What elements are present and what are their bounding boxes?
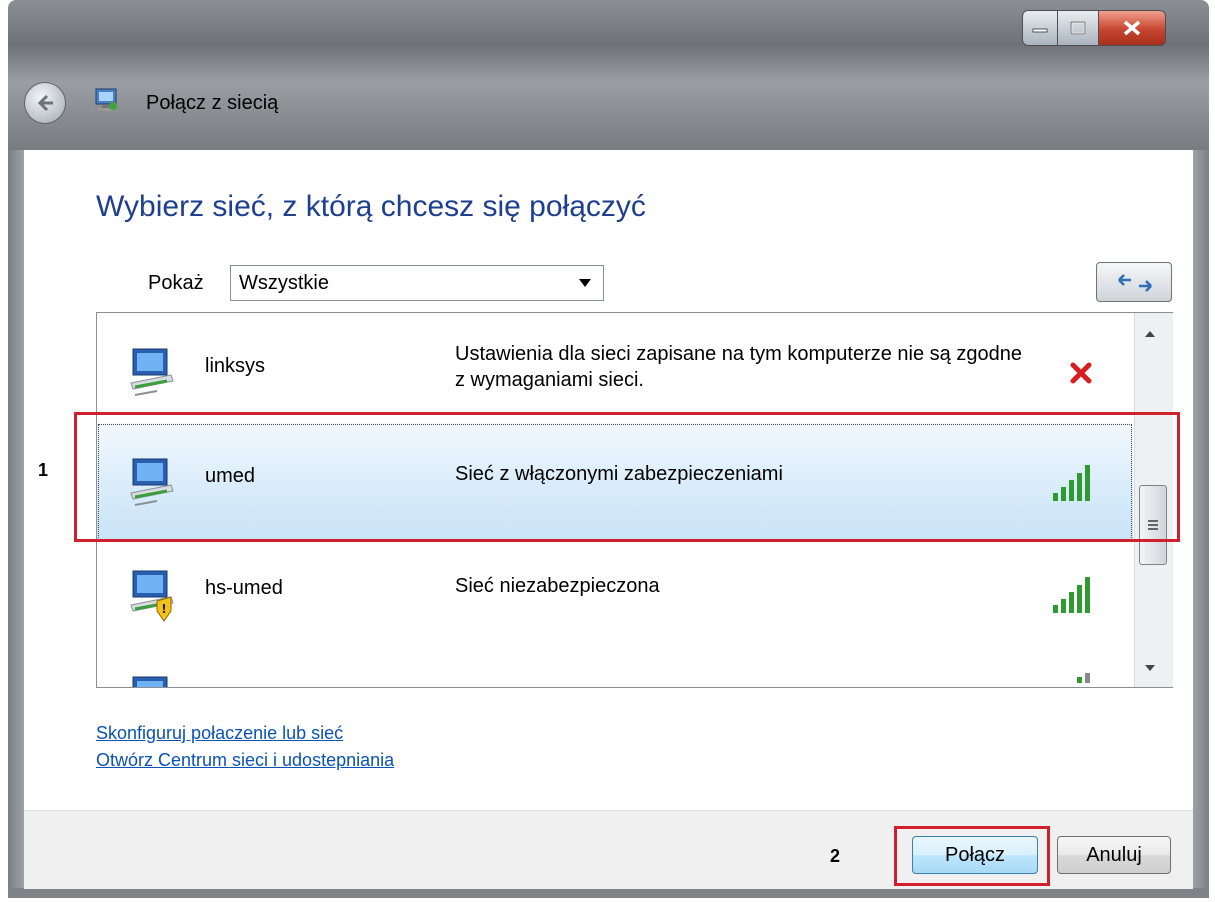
maximize-icon	[1070, 21, 1086, 35]
close-icon	[1123, 20, 1141, 36]
window-frame-bottom	[8, 888, 1209, 898]
error-x-icon	[1070, 362, 1092, 384]
window-title: Połącz z siecią	[146, 92, 279, 114]
maximize-button[interactable]	[1057, 10, 1099, 46]
chevron-down-icon	[579, 279, 591, 287]
cancel-button[interactable]: Anuluj	[1057, 836, 1171, 874]
signal-strength-icon	[1053, 577, 1090, 613]
network-item-hs-umed[interactable]: ! hs-umed Sieć niezabezpieczona	[97, 535, 1133, 653]
window-frame-left	[8, 150, 24, 890]
unsecured-network-icon: !	[130, 570, 174, 622]
scroll-up-icon[interactable]	[1145, 331, 1155, 337]
filter-label: Pokaż	[148, 272, 204, 294]
signal-strength-icon	[1077, 673, 1090, 683]
annotation-box-1	[74, 412, 1180, 542]
setup-connection-link[interactable]: Skonfiguruj połaczenie lub sieć	[96, 723, 343, 744]
network-name: hs-umed	[205, 577, 283, 599]
annotation-box-2	[894, 826, 1050, 886]
refresh-icon	[1118, 274, 1152, 292]
svg-text:!: !	[161, 602, 166, 616]
minimize-button[interactable]	[1022, 10, 1058, 46]
window-frame-right	[1193, 150, 1209, 890]
annotation-number-2: 2	[830, 846, 841, 866]
wireless-network-icon	[130, 348, 174, 396]
network-wizard-icon	[95, 88, 117, 111]
filter-selected-value: Wszystkie	[239, 272, 329, 294]
page-heading: Wybierz sieć, z którą chcesz się połączy…	[96, 190, 646, 223]
network-name: linksys	[205, 355, 266, 377]
back-arrow-icon	[37, 94, 53, 112]
network-center-link[interactable]: Otwórz Centrum sieci i udostepniania	[96, 750, 394, 771]
refresh-button[interactable]	[1096, 262, 1172, 302]
close-button[interactable]	[1098, 10, 1166, 46]
network-status: Sieć niezabezpieczona	[455, 575, 660, 597]
network-status: Ustawienia dla sieci zapisane na tym kom…	[455, 343, 1022, 391]
annotation-number-1: 1	[38, 460, 49, 480]
minimize-icon	[1032, 28, 1048, 33]
scroll-down-icon[interactable]	[1145, 665, 1155, 671]
wireless-network-icon	[132, 676, 168, 687]
network-filter-dropdown[interactable]: Wszystkie	[230, 265, 604, 301]
back-button[interactable]	[24, 82, 66, 124]
network-item-partial[interactable]	[97, 647, 1133, 687]
